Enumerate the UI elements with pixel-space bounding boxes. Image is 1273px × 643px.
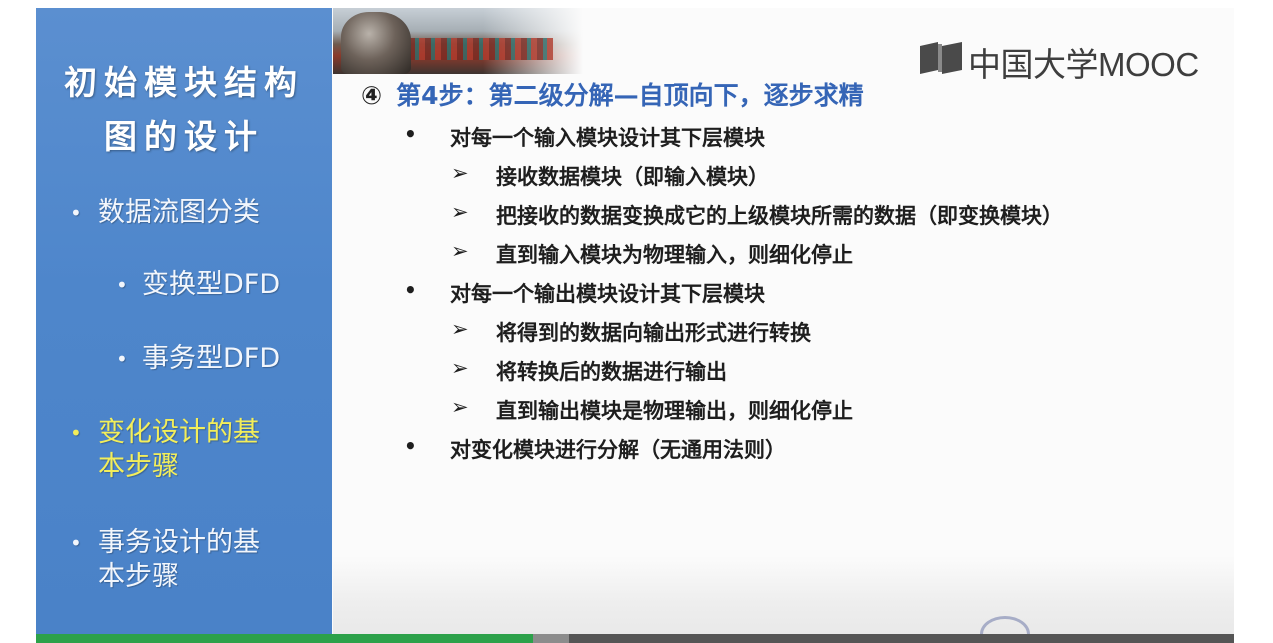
sidebar-item-label-line2: 本步骤 [98,451,179,482]
content-bullet-line: • 对每一个输入模块设计其下层模块 [404,122,765,152]
arrow-bullet-icon: ➢ [451,356,469,380]
video-progress-bar[interactable] [36,634,1234,643]
sidebar-item-label: 变换型DFD [142,269,281,300]
content-bullet-line: • 对每一个输出模块设计其下层模块 [404,278,765,308]
arrow-bullet-icon: ➢ [451,200,469,224]
banner-photo [333,8,583,74]
arrow-bullet-icon: ➢ [451,161,469,185]
arrow-bullet-icon: ➢ [451,395,469,419]
slide: 初始模块结构 图的设计 • 数据流图分类 • 变换型DFD • 事务型DFD •… [36,8,1234,634]
content-bullet-line: • 对变化模块进行分解（无通用法则） [404,434,786,464]
content-sub-line: ➢ 直到输出模块是物理输出，则细化停止 [451,395,853,425]
content-text: 对变化模块进行分解（无通用法则） [450,438,786,462]
content-sub-line: ➢ 将转换后的数据进行输出 [451,356,727,386]
sidebar-item-label: 事务型DFD [142,343,281,374]
book-icon [920,42,962,74]
content-text: 对每一个输入模块设计其下层模块 [450,126,765,150]
content-text: 将转换后的数据进行输出 [496,360,727,384]
sidebar-item-label-line2: 本步骤 [98,561,179,592]
bullet-mark: • [404,434,417,458]
arrow-bullet-icon: ➢ [451,317,469,341]
bullet-mark: • [404,122,417,146]
content-sub-line: ➢ 直到输入模块为物理输入，则细化停止 [451,239,853,269]
sidebar-title-line2: 图的设计 [104,117,264,156]
sidebar-item-label-line1: 变化设计的基 [98,417,260,448]
arrow-bullet-icon: ➢ [451,239,469,263]
sidebar-bullet: • [116,347,128,371]
sidebar-item-label-line1: 事务设计的基 [98,527,260,558]
sidebar-title-line1: 初始模块结构 [64,63,304,102]
bullet-mark: • [404,278,417,302]
bottom-decoration [333,556,1234,634]
banner-roof [393,38,553,60]
progress-buffered [533,634,569,643]
sidebar-bullet: • [70,421,82,445]
banner-stone-lion [341,12,411,74]
sidebar: 初始模块结构 图的设计 • 数据流图分类 • 变换型DFD • 事务型DFD •… [36,8,332,634]
sidebar-item-transaction-dfd: • 事务型DFD [116,342,280,376]
step-heading-text: 第4步：第二级分解—自顶向下，逐步求精 [396,81,864,110]
content-sub-line: ➢ 接收数据模块（即输入模块） [451,161,769,191]
content-text: 对每一个输出模块设计其下层模块 [450,282,765,306]
content-text: 接收数据模块（即输入模块） [496,165,769,189]
sidebar-item-transform-dfd: • 变换型DFD [116,268,280,302]
content-text: 直到输出模块是物理输出，则细化停止 [496,399,853,423]
content-sub-line: ➢ 把接收的数据变换成它的上级模块所需的数据（即变换模块） [451,200,1063,230]
content-text: 直到输入模块为物理输入，则细化停止 [496,243,853,267]
sidebar-item-transaction-design-steps: • 事务设计的基 本步骤 [70,526,260,594]
content-text: 将得到的数据向输出形式进行转换 [496,321,811,345]
content-sub-line: ➢ 将得到的数据向输出形式进行转换 [451,317,811,347]
sidebar-bullet: • [116,273,128,297]
progress-played [36,634,533,643]
logo-text: 中国大学MOOC [968,46,1199,83]
sidebar-bullet: • [70,531,82,555]
step-heading: ④ 第4步：第二级分解—自顶向下，逐步求精 [361,76,864,112]
sidebar-title: 初始模块结构 图的设计 [36,56,332,164]
sidebar-item-label: 数据流图分类 [98,197,260,228]
sidebar-bullet: • [70,201,82,225]
content-text: 把接收的数据变换成它的上级模块所需的数据（即变换模块） [496,204,1063,228]
sidebar-item-transform-design-steps: • 变化设计的基 本步骤 [70,416,260,484]
step-number: ④ [361,81,383,110]
sidebar-item-dfd-classification: • 数据流图分类 [70,196,260,230]
